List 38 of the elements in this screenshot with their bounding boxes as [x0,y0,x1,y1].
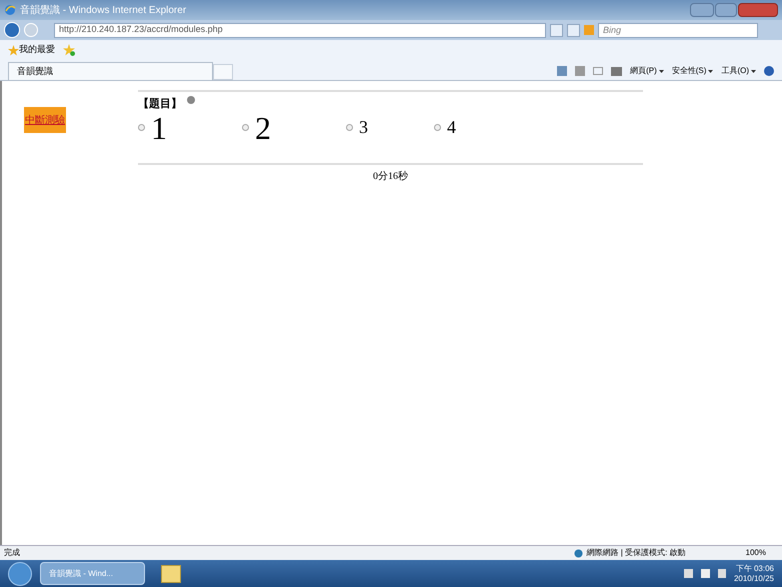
back-button[interactable] [4,22,20,38]
menu-button[interactable]: 網頁(P) [630,65,664,77]
answer-option[interactable]: 3 [346,114,434,141]
status-text: 完成 [4,547,20,559]
star-icon [8,44,19,56]
clock-time: 下午 03:06 [736,564,774,574]
explorer-taskbar-icon[interactable] [161,564,181,582]
maximize-button[interactable] [715,3,737,17]
stop-button[interactable] [567,24,580,36]
help-icon[interactable] [764,66,774,76]
caret-icon [658,70,664,72]
answer-option[interactable]: 1 [138,112,242,142]
question-label: 【題目】 [138,96,182,112]
mail-icon[interactable] [593,67,604,75]
forward-button[interactable] [24,23,38,37]
security-zone-text: 網際網路 | 受保護模式: 啟動 [586,547,686,559]
refresh-button[interactable] [550,24,563,36]
add-favorite-icon[interactable] [63,44,75,56]
minimize-button[interactable] [690,3,714,17]
caret-icon [751,70,756,72]
menu-button[interactable]: 安全性(S) [672,65,714,77]
menu-button[interactable]: 工具(O) [721,65,756,77]
clock-date: 2010/10/25 [734,574,774,584]
search-field[interactable]: Bing [598,22,758,38]
answer-option[interactable]: 4 [434,114,522,141]
answer-option[interactable]: 2 [242,112,346,142]
address-field[interactable]: http://210.240.187.23/accrd/modules.php [54,22,546,38]
favorites-link[interactable]: 我的最愛 [19,43,55,57]
close-button[interactable] [738,3,778,17]
caret-icon [708,70,714,72]
window-title: 音韻覺識 - Windows Internet Explorer [20,4,186,18]
speaker-icon[interactable] [186,95,196,106]
search-provider-icon [584,25,594,35]
timer-text: 0分16秒 [373,170,408,184]
zoom-control[interactable]: 100% [746,547,766,559]
start-button[interactable] [8,562,32,586]
browser-tab[interactable]: 音韻覺識 [8,62,213,80]
browser-icon [4,4,16,16]
